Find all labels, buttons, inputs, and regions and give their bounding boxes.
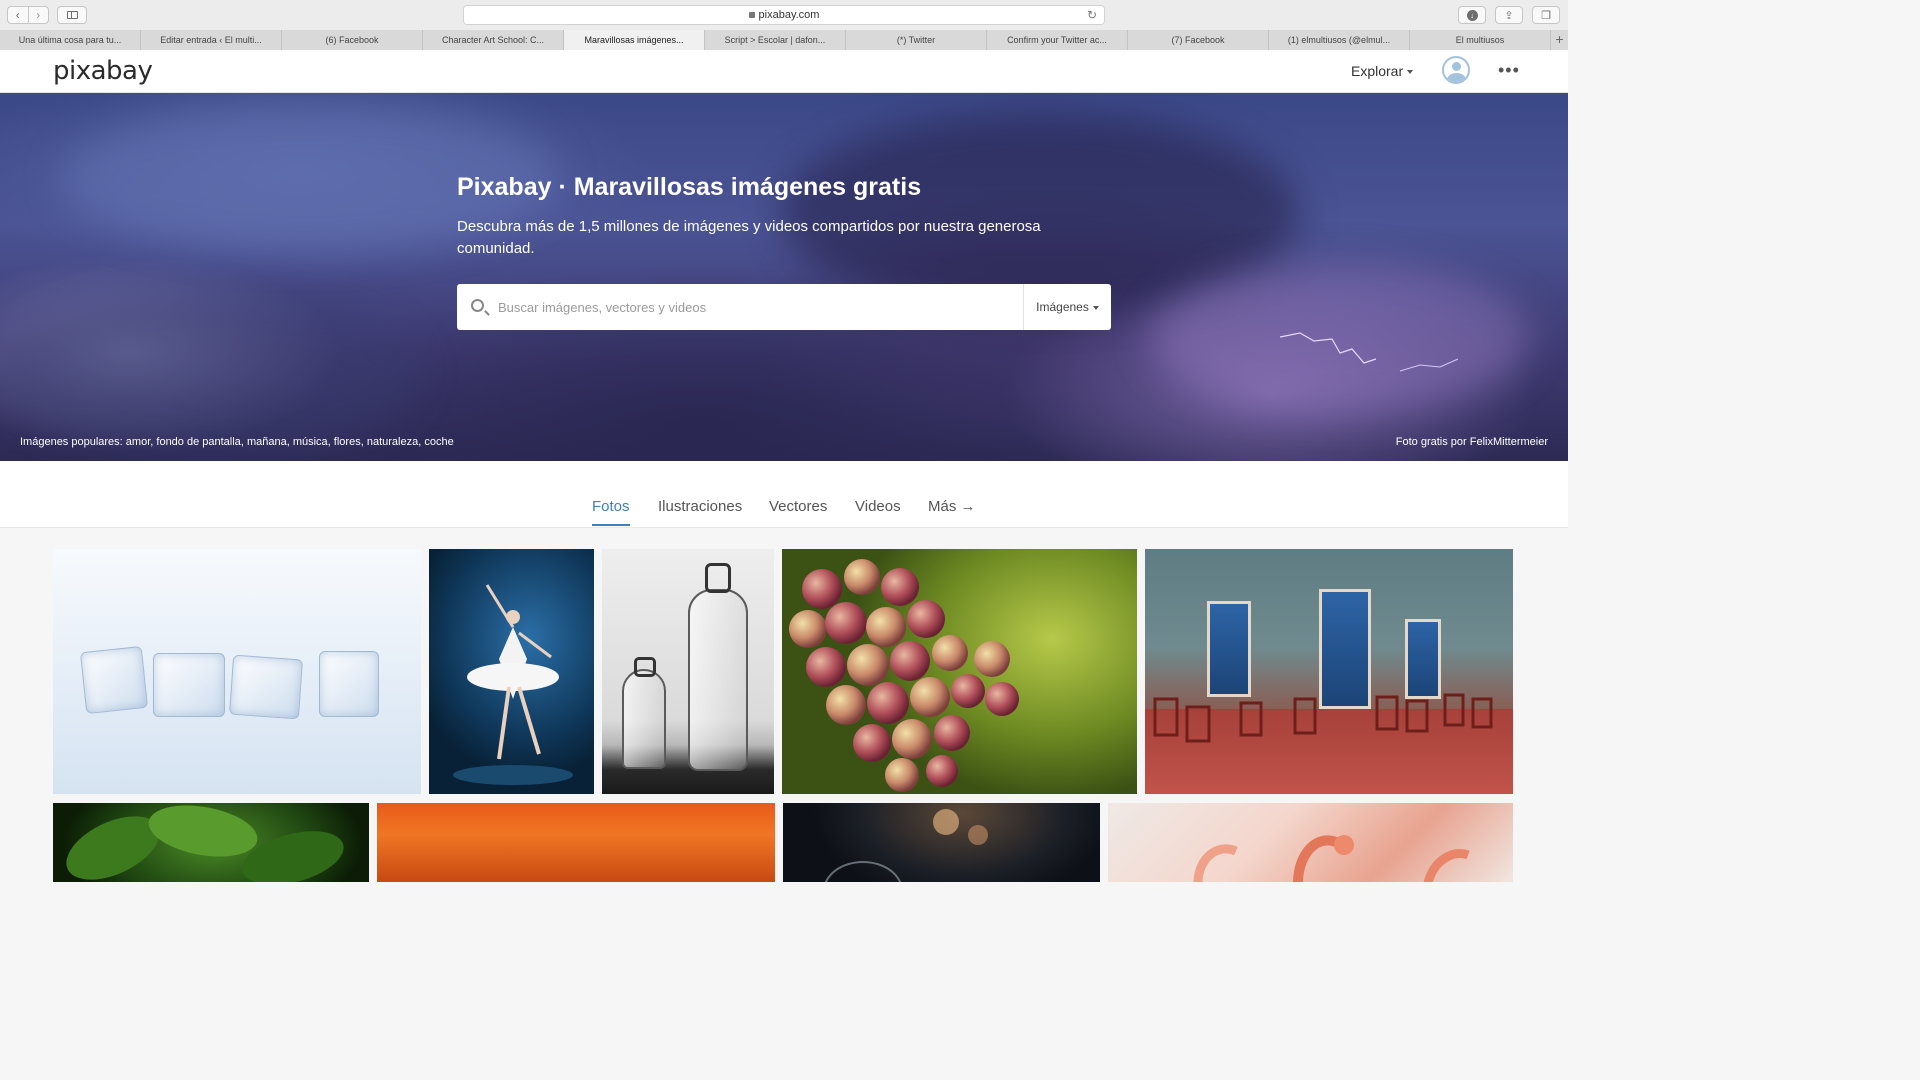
- popular-tag-link[interactable]: fondo de pantalla: [156, 436, 240, 448]
- bokeh-light: [968, 825, 988, 845]
- bottle-stopper: [705, 563, 731, 593]
- tab-mas[interactable]: Más →: [928, 498, 976, 515]
- active-tab-indicator: [592, 524, 630, 526]
- history-buttons: ‹ ›: [7, 6, 49, 24]
- pixabay-logo[interactable]: pixabay: [53, 56, 153, 86]
- ballerina-figure: [453, 584, 573, 785]
- photo-flamingos[interactable]: [1108, 803, 1513, 882]
- browser-tab[interactable]: Una última cosa para tu...: [0, 30, 141, 50]
- hero-title: Pixabay · Maravillosas imágenes gratis: [457, 173, 922, 201]
- browser-tab[interactable]: (6) Facebook: [282, 30, 423, 50]
- storm-cloud: [0, 293, 420, 453]
- flamingo-heads: [1193, 835, 1470, 882]
- tab-vectores[interactable]: Vectores: [769, 498, 827, 515]
- hero-subtitle: Descubra más de 1,5 millones de imágenes…: [457, 218, 1041, 257]
- basil-leaves: [66, 805, 344, 882]
- avatar-body: [1447, 73, 1466, 82]
- search-input[interactable]: [498, 284, 1018, 330]
- photo-ice-cubes[interactable]: [53, 549, 421, 794]
- lightning-bolt: [1280, 332, 1459, 372]
- category-nav: Fotos Ilustraciones Vectores Videos Más …: [0, 461, 1568, 528]
- forward-icon[interactable]: ›: [29, 7, 49, 23]
- hero-banner: Pixabay · Maravillosas imágenes gratis D…: [0, 93, 1568, 461]
- more-horizontal-icon[interactable]: •••: [1498, 60, 1520, 81]
- search-box: Imágenes: [457, 284, 1111, 330]
- url-text: pixabay.com: [758, 9, 820, 21]
- back-icon[interactable]: ‹: [8, 7, 29, 23]
- search-icon[interactable]: [471, 299, 484, 312]
- browser-chrome: ‹ › pixabay.com ↻ ↓ ⇪ ❐ Una última cosa …: [0, 0, 1568, 50]
- downloads-button[interactable]: ↓: [1458, 6, 1486, 24]
- browser-tab[interactable]: Confirm your Twitter ac...: [987, 30, 1128, 50]
- tab-fotos[interactable]: Fotos: [592, 498, 630, 515]
- browser-tab[interactable]: (*) Twitter: [846, 30, 987, 50]
- ice-cube: [319, 651, 379, 717]
- avatar-head: [1452, 62, 1461, 71]
- photo-basil[interactable]: [53, 803, 369, 882]
- tab-overview-button[interactable]: ❐: [1532, 6, 1560, 24]
- sidebar-toggle-button[interactable]: [57, 6, 87, 24]
- ice-cube: [153, 653, 225, 717]
- search-type-dropdown[interactable]: Imágenes: [1023, 284, 1111, 330]
- caret-down-icon: [1092, 305, 1099, 310]
- browser-tab[interactable]: El multiusos: [1410, 30, 1551, 50]
- caret-down-icon: [1407, 70, 1414, 75]
- glass-sphere: [823, 861, 903, 882]
- tab-videos[interactable]: Videos: [855, 498, 901, 515]
- browser-tab[interactable]: (7) Facebook: [1128, 30, 1269, 50]
- user-avatar-icon[interactable]: [1442, 56, 1470, 84]
- tab-ilustraciones[interactable]: Ilustraciones: [658, 498, 742, 515]
- photo-grapes[interactable]: [782, 549, 1137, 794]
- popular-prefix: Imágenes populares:: [20, 436, 123, 448]
- popular-tag-link[interactable]: amor: [126, 436, 150, 448]
- site-header: pixabay Explorar •••: [0, 50, 1568, 93]
- share-button[interactable]: ⇪: [1495, 6, 1523, 24]
- popular-tag-link[interactable]: flores: [334, 436, 361, 448]
- search-type-label: Imágenes: [1036, 300, 1089, 314]
- explore-label: Explorar: [1351, 63, 1404, 79]
- photo-bottles[interactable]: [602, 549, 774, 794]
- popular-tag-link[interactable]: música: [293, 436, 328, 448]
- photo-orange-sky[interactable]: [377, 803, 775, 882]
- grape-cluster: [789, 559, 1019, 792]
- tabs-icon: ❐: [1541, 9, 1551, 22]
- tab-bar: Una última cosa para tu... Editar entrad…: [0, 30, 1568, 50]
- browser-toolbar: ‹ › pixabay.com ↻ ↓ ⇪ ❐: [0, 0, 1568, 30]
- photo-credit-link[interactable]: Foto gratis por FelixMittermeier: [1396, 436, 1548, 448]
- download-icon: ↓: [1466, 9, 1478, 21]
- chairs: [1153, 693, 1493, 743]
- new-tab-icon[interactable]: +: [1551, 30, 1568, 50]
- browser-tab[interactable]: Character Art School: C...: [423, 30, 564, 50]
- popular-tag-link[interactable]: coche: [424, 436, 453, 448]
- photo-bokeh-glass[interactable]: [783, 803, 1100, 882]
- photo-ballerina[interactable]: [429, 549, 594, 794]
- browser-tab[interactable]: Editar entrada ‹ El multi...: [141, 30, 282, 50]
- browser-tab[interactable]: Script > Escolar | dafon...: [705, 30, 846, 50]
- lock-icon: [748, 12, 755, 18]
- popular-images: Imágenes populares: amor, fondo de panta…: [20, 436, 454, 448]
- explore-menu[interactable]: Explorar: [1351, 63, 1414, 79]
- share-icon: ⇪: [1504, 9, 1514, 22]
- popular-tag-link[interactable]: mañana: [247, 436, 287, 448]
- reload-icon[interactable]: ↻: [1087, 6, 1097, 24]
- address-bar[interactable]: pixabay.com ↻: [463, 5, 1105, 25]
- photo-cafe-facade[interactable]: [1145, 549, 1513, 794]
- browser-tab-active[interactable]: Maravillosas imágenes...: [564, 30, 705, 50]
- bottle-stopper: [634, 657, 656, 677]
- ice-cube: [228, 654, 304, 720]
- bokeh-light: [933, 809, 959, 835]
- small-bottle: [622, 669, 666, 769]
- ice-cube: [79, 645, 149, 715]
- sidebar-icon: [67, 11, 78, 19]
- large-bottle: [688, 589, 748, 771]
- popular-tag-link[interactable]: naturaleza: [367, 436, 418, 448]
- browser-tab[interactable]: (1) elmultiusos (@elmul...: [1269, 30, 1410, 50]
